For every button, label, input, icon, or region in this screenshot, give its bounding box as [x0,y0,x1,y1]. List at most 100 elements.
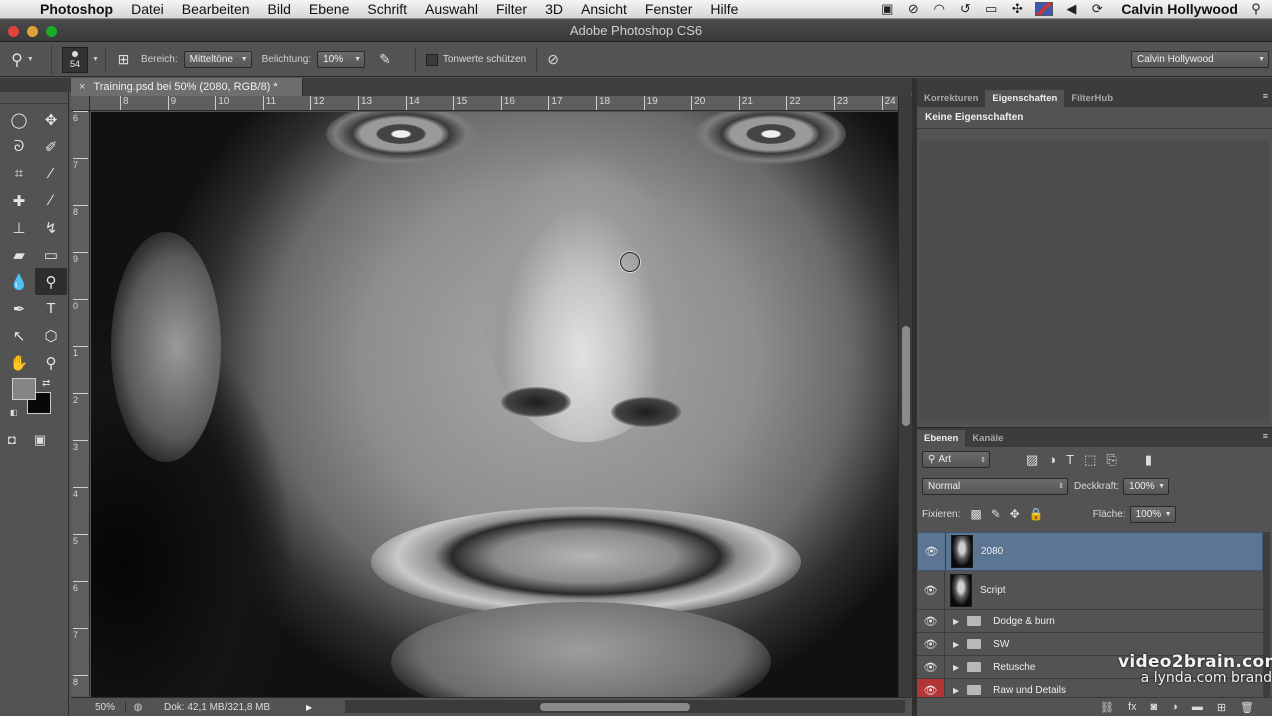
crop-tool-icon[interactable]: ⌗ [3,160,35,187]
healing-brush-tool-icon[interactable]: ✚ [3,187,35,214]
close-tab-icon[interactable]: × [79,81,85,93]
volume-icon[interactable]: ◀ [1063,1,1079,17]
visibility-eye-icon[interactable]: 👁 [917,656,945,678]
layer-name[interactable]: Raw und Details [993,685,1066,696]
hand-tool-icon[interactable]: ✋ [3,349,35,376]
type-tool-icon[interactable]: T [35,295,67,322]
wifi-icon[interactable]: ◠ [931,1,947,17]
tool-preset-picker[interactable]: ⚲ ▼ [0,45,52,74]
airbrush-icon[interactable]: ✎ [379,51,391,68]
layer-style-icon[interactable]: fx [1128,701,1137,713]
filter-type-icon[interactable]: T [1066,452,1074,468]
tab-filterhub[interactable]: FilterHub [1064,90,1120,107]
filter-adjustment-icon[interactable]: ◑ [1048,452,1056,468]
menu-datei[interactable]: Datei [122,1,173,17]
new-group-icon[interactable]: ▬ [1192,701,1203,713]
tab-eigenschaften[interactable]: Eigenschaften [985,90,1065,107]
flag-icon[interactable] [1035,2,1054,16]
filter-smart-object-icon[interactable]: ⎘ [1106,452,1116,468]
ruler-origin[interactable] [71,96,90,111]
zoom-tool-icon[interactable]: ⚲ [35,349,67,376]
menu-3d[interactable]: 3D [536,1,572,17]
layer-filter-select[interactable]: ⚲ Art ⇕ [922,451,990,468]
visibility-eye-icon[interactable]: 👁 [917,571,945,609]
lock-pixels-icon[interactable]: ✎ [991,507,1001,521]
screen-icon[interactable]: ▣ [879,1,895,17]
lasso-tool-icon[interactable]: ᘐ [3,133,35,160]
menu-hilfe[interactable]: Hilfe [701,1,747,17]
tab-ebenen[interactable]: Ebenen [917,430,966,447]
lock-all-icon[interactable]: 🔒 [1029,507,1044,521]
filter-pixel-icon[interactable]: ▨ [1026,452,1038,468]
window-zoom-button[interactable] [46,26,57,37]
layer-name[interactable]: Retusche [993,662,1035,673]
shape-tool-icon[interactable]: ⬡ [35,322,67,349]
expand-triangle-icon[interactable]: ▶ [953,686,959,695]
document-tab[interactable]: × Training.psd bei 50% (2080, RGB/8) * [71,78,303,96]
layer-name[interactable]: Dodge & burn [993,616,1055,627]
brush-tool-icon[interactable]: ∕ [35,187,67,214]
bluetooth-icon[interactable]: ✣ [1009,1,1025,17]
blend-mode-select[interactable]: Normal ⇕ [922,477,1068,495]
lock-transparency-icon[interactable]: ▩ [970,507,981,521]
tab-korrekturen[interactable]: Korrekturen [917,90,985,107]
visibility-eye-icon[interactable]: 👁 [917,610,945,632]
swap-colors-icon[interactable]: ⇄ [42,378,50,389]
brush-picker-arrow-icon[interactable]: ▼ [92,56,99,63]
eyedropper-tool-icon[interactable]: ⁄ [35,160,67,187]
opacity-input[interactable]: 100% ▼ [1123,477,1170,495]
panel-menu-icon[interactable]: ≡ [1263,431,1268,441]
pressure-size-icon[interactable]: ⊘ [547,51,559,68]
path-selection-tool-icon[interactable]: ↖ [3,322,35,349]
vertical-scrollbar[interactable] [898,96,912,697]
brush-panel-toggle-icon[interactable]: ⊞ [104,48,129,71]
fill-input[interactable]: 100% ▼ [1129,505,1176,523]
tab-kanaele[interactable]: Kanäle [965,430,1010,447]
scroll-thumb[interactable] [902,326,910,426]
menu-filter[interactable]: Filter [487,1,536,17]
screen-mode-icon[interactable]: ▣ [34,432,46,448]
move-tool-icon[interactable]: ✥ [35,106,67,133]
quick-mask-icon[interactable]: ◘ [8,432,16,448]
user-name[interactable]: Calvin Hollywood [1115,1,1238,17]
layer-group-row[interactable]: 👁 ▶ Dodge & burn [917,610,1263,633]
spotlight-icon[interactable]: ⚲ [1248,1,1264,17]
document-canvas[interactable] [91,112,898,697]
notification-icon[interactable]: ⊘ [905,1,921,17]
eraser-tool-icon[interactable]: ▰ [3,241,35,268]
delete-layer-icon[interactable]: 🗑 [1240,701,1254,714]
panel-menu-icon[interactable]: ≡ [1263,91,1268,101]
workspace-select[interactable]: Calvin Hollywood ▼ [1131,51,1269,68]
visibility-eye-icon[interactable]: 👁 [917,633,945,655]
link-layers-icon[interactable]: ⛓ [1100,701,1114,714]
menu-bearbeiten[interactable]: Bearbeiten [173,1,259,17]
new-layer-icon[interactable]: ⊞ [1217,701,1226,714]
menu-fenster[interactable]: Fenster [636,1,701,17]
menu-ebene[interactable]: Ebene [300,1,358,17]
visibility-eye-icon[interactable]: 👁 [918,533,946,570]
info-menu-arrow-icon[interactable]: ▶ [306,703,312,712]
vertical-ruler[interactable]: 6 7 8 9 0 1 2 3 4 5 6 7 8 [71,111,90,696]
expand-triangle-icon[interactable]: ▶ [953,663,959,672]
quick-selection-tool-icon[interactable]: ✐ [35,133,67,160]
blur-tool-icon[interactable]: 💧 [3,268,35,295]
layer-row[interactable]: 👁 2080 [917,532,1263,571]
add-mask-icon[interactable]: ◙ [1151,701,1158,713]
menu-ansicht[interactable]: Ansicht [572,1,636,17]
zoom-level[interactable]: 50% [71,701,126,713]
window-close-button[interactable] [8,26,19,37]
dodge-tool-icon[interactable]: ⚲ [35,268,67,295]
marquee-tool-icon[interactable]: ◯ [3,106,35,133]
adjustment-layer-icon[interactable]: ◑ [1171,701,1178,713]
menu-schrift[interactable]: Schrift [358,1,416,17]
layer-name[interactable]: 2080 [981,546,1003,557]
window-minimize-button[interactable] [27,26,38,37]
brush-preset-picker[interactable]: 54 [62,46,88,73]
lock-position-icon[interactable]: ✥ [1010,507,1020,521]
pen-tool-icon[interactable]: ✒ [3,295,35,322]
horizontal-ruler[interactable]: 8 9 10 11 12 13 14 15 16 17 18 19 20 21 22 23 24 [90,96,898,111]
gradient-tool-icon[interactable]: ▭ [35,241,67,268]
filter-shape-icon[interactable]: ⬚ [1084,452,1096,468]
layer-name[interactable]: SW [993,639,1009,650]
expand-triangle-icon[interactable]: ▶ [953,617,959,626]
